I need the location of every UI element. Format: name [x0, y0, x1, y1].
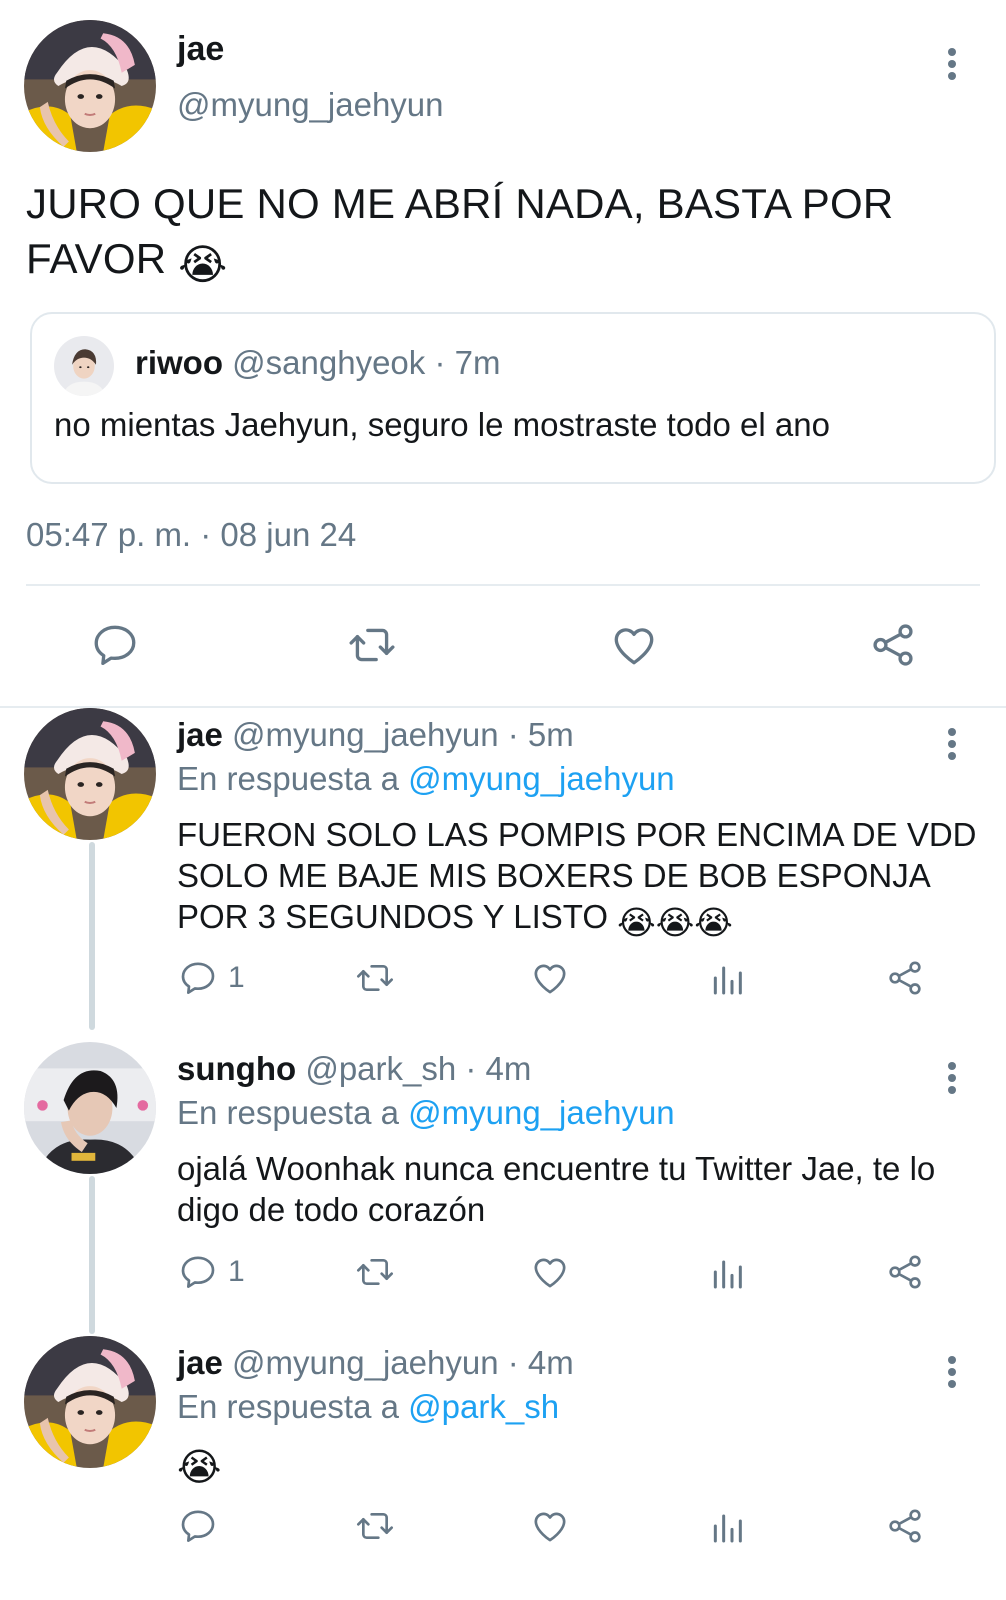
like-button[interactable] — [609, 620, 659, 670]
reply-author-meta: @myung_jaehyun · 4m — [232, 1344, 574, 1381]
reply-count: 1 — [228, 961, 245, 994]
replying-to-link[interactable]: @myung_jaehyun — [408, 1094, 675, 1131]
replying-to-prefix: En respuesta a — [177, 1388, 409, 1425]
replying-to-prefix: En respuesta a — [177, 1094, 409, 1131]
replying-to-link[interactable]: @park_sh — [408, 1388, 559, 1425]
reply-button[interactable]: 1 — [178, 958, 245, 998]
like-icon — [609, 620, 659, 670]
like-icon — [530, 1506, 570, 1546]
avatar[interactable] — [24, 708, 156, 840]
reply-text-body: ojalá Woonhak nunca encuentre tu Twitter… — [177, 1150, 936, 1228]
quoted-author-meta: @sanghyeok · 7m — [232, 344, 501, 381]
tweet-timestamp: 05:47 p. m. · 08 jun 24 — [26, 516, 357, 553]
analytics-icon — [707, 958, 747, 998]
author-name[interactable]: jae — [177, 30, 224, 69]
more-icon[interactable] — [940, 1056, 964, 1100]
like-icon — [530, 1252, 570, 1292]
reply-count: 1 — [228, 1255, 245, 1288]
reply-tweet[interactable]: jae @myung_jaehyun · 5m En respuesta a @… — [0, 708, 1006, 1034]
retweet-button[interactable] — [347, 620, 397, 670]
reply-icon — [178, 958, 218, 998]
loudly-crying-emoji: 😭 — [177, 1447, 222, 1489]
reply-text: ojalá Woonhak nunca encuentre tu Twitter… — [177, 1148, 977, 1230]
retweet-button[interactable] — [355, 958, 395, 998]
quoted-tweet-text: no mientas Jaehyun, seguro le mostraste … — [54, 406, 830, 443]
quoted-tweet-header: riwoo @sanghyeok · 7m — [135, 344, 500, 382]
more-icon[interactable] — [940, 1350, 964, 1394]
tweet-text-body: JURO QUE NO ME ABRÍ NADA, BASTA POR FAVO… — [26, 180, 894, 282]
share-icon — [885, 958, 925, 998]
quoted-tweet[interactable]: riwoo @sanghyeok · 7m no mientas Jaehyun… — [30, 312, 996, 484]
reply-text: FUERON SOLO LAS POMPIS POR ENCIMA DE VDD… — [177, 814, 977, 943]
analytics-icon — [707, 1506, 747, 1546]
like-button[interactable] — [530, 1506, 570, 1546]
share-icon — [885, 1252, 925, 1292]
reply-icon — [90, 620, 140, 670]
share-icon — [868, 620, 918, 670]
retweet-button[interactable] — [355, 1506, 395, 1546]
reply-button[interactable] — [90, 620, 140, 670]
reply-author-meta: @park_sh · 4m — [305, 1050, 532, 1087]
avatar[interactable] — [54, 336, 114, 396]
avatar[interactable] — [24, 1042, 156, 1174]
like-icon — [530, 958, 570, 998]
tweet-text: JURO QUE NO ME ABRÍ NADA, BASTA POR FAVO… — [26, 176, 976, 292]
reply-header: jae @myung_jaehyun · 5m — [177, 716, 574, 754]
avatar[interactable] — [24, 1336, 156, 1468]
retweet-icon — [355, 1252, 395, 1292]
more-icon[interactable] — [940, 722, 964, 766]
loudly-crying-emoji: 😭 — [178, 241, 228, 288]
divider — [26, 584, 980, 586]
reply-author-name[interactable]: jae — [177, 1344, 223, 1381]
reply-icon — [178, 1506, 218, 1546]
analytics-button[interactable] — [707, 1252, 747, 1292]
author-handle[interactable]: @myung_jaehyun — [177, 86, 444, 124]
reply-tweet[interactable]: sungho @park_sh · 4m En respuesta a @myu… — [0, 1042, 1006, 1332]
share-button[interactable] — [885, 1506, 925, 1546]
retweet-icon — [355, 1506, 395, 1546]
reply-icon — [178, 1252, 218, 1292]
reply-author-name[interactable]: sungho — [177, 1050, 296, 1087]
reply-text-body: FUERON SOLO LAS POMPIS POR ENCIMA DE VDD… — [177, 816, 977, 935]
reply-author-meta: @myung_jaehyun · 5m — [232, 716, 574, 753]
more-icon[interactable] — [940, 42, 964, 86]
retweet-icon — [355, 958, 395, 998]
reply-button[interactable]: 1 — [178, 1252, 245, 1292]
analytics-icon — [707, 1252, 747, 1292]
reply-author-name[interactable]: jae — [177, 716, 223, 753]
replying-to-prefix: En respuesta a — [177, 760, 409, 797]
reply-header: jae @myung_jaehyun · 4m — [177, 1344, 574, 1382]
retweet-button[interactable] — [355, 1252, 395, 1292]
quoted-author-name: riwoo — [135, 344, 223, 381]
analytics-button[interactable] — [707, 958, 747, 998]
replying-to: En respuesta a @myung_jaehyun — [177, 760, 675, 798]
avatar[interactable] — [24, 20, 156, 152]
analytics-button[interactable] — [707, 1506, 747, 1546]
like-button[interactable] — [530, 958, 570, 998]
share-icon — [885, 1506, 925, 1546]
replying-to: En respuesta a @myung_jaehyun — [177, 1094, 675, 1132]
retweet-icon — [347, 620, 397, 670]
reply-tweet[interactable]: jae @myung_jaehyun · 4m En respuesta a @… — [0, 1336, 1006, 1600]
main-tweet: jae @myung_jaehyun JURO QUE NO ME ABRÍ N… — [0, 0, 1006, 706]
like-button[interactable] — [530, 1252, 570, 1292]
reply-button[interactable] — [178, 1506, 218, 1546]
share-button[interactable] — [885, 958, 925, 998]
share-button[interactable] — [868, 620, 918, 670]
reply-text: 😭 — [177, 1442, 977, 1489]
replying-to: En respuesta a @park_sh — [177, 1388, 559, 1426]
replying-to-link[interactable]: @myung_jaehyun — [408, 760, 675, 797]
reply-header: sungho @park_sh · 4m — [177, 1050, 531, 1088]
loudly-crying-emoji: 😭😭😭 — [617, 904, 733, 941]
share-button[interactable] — [885, 1252, 925, 1292]
